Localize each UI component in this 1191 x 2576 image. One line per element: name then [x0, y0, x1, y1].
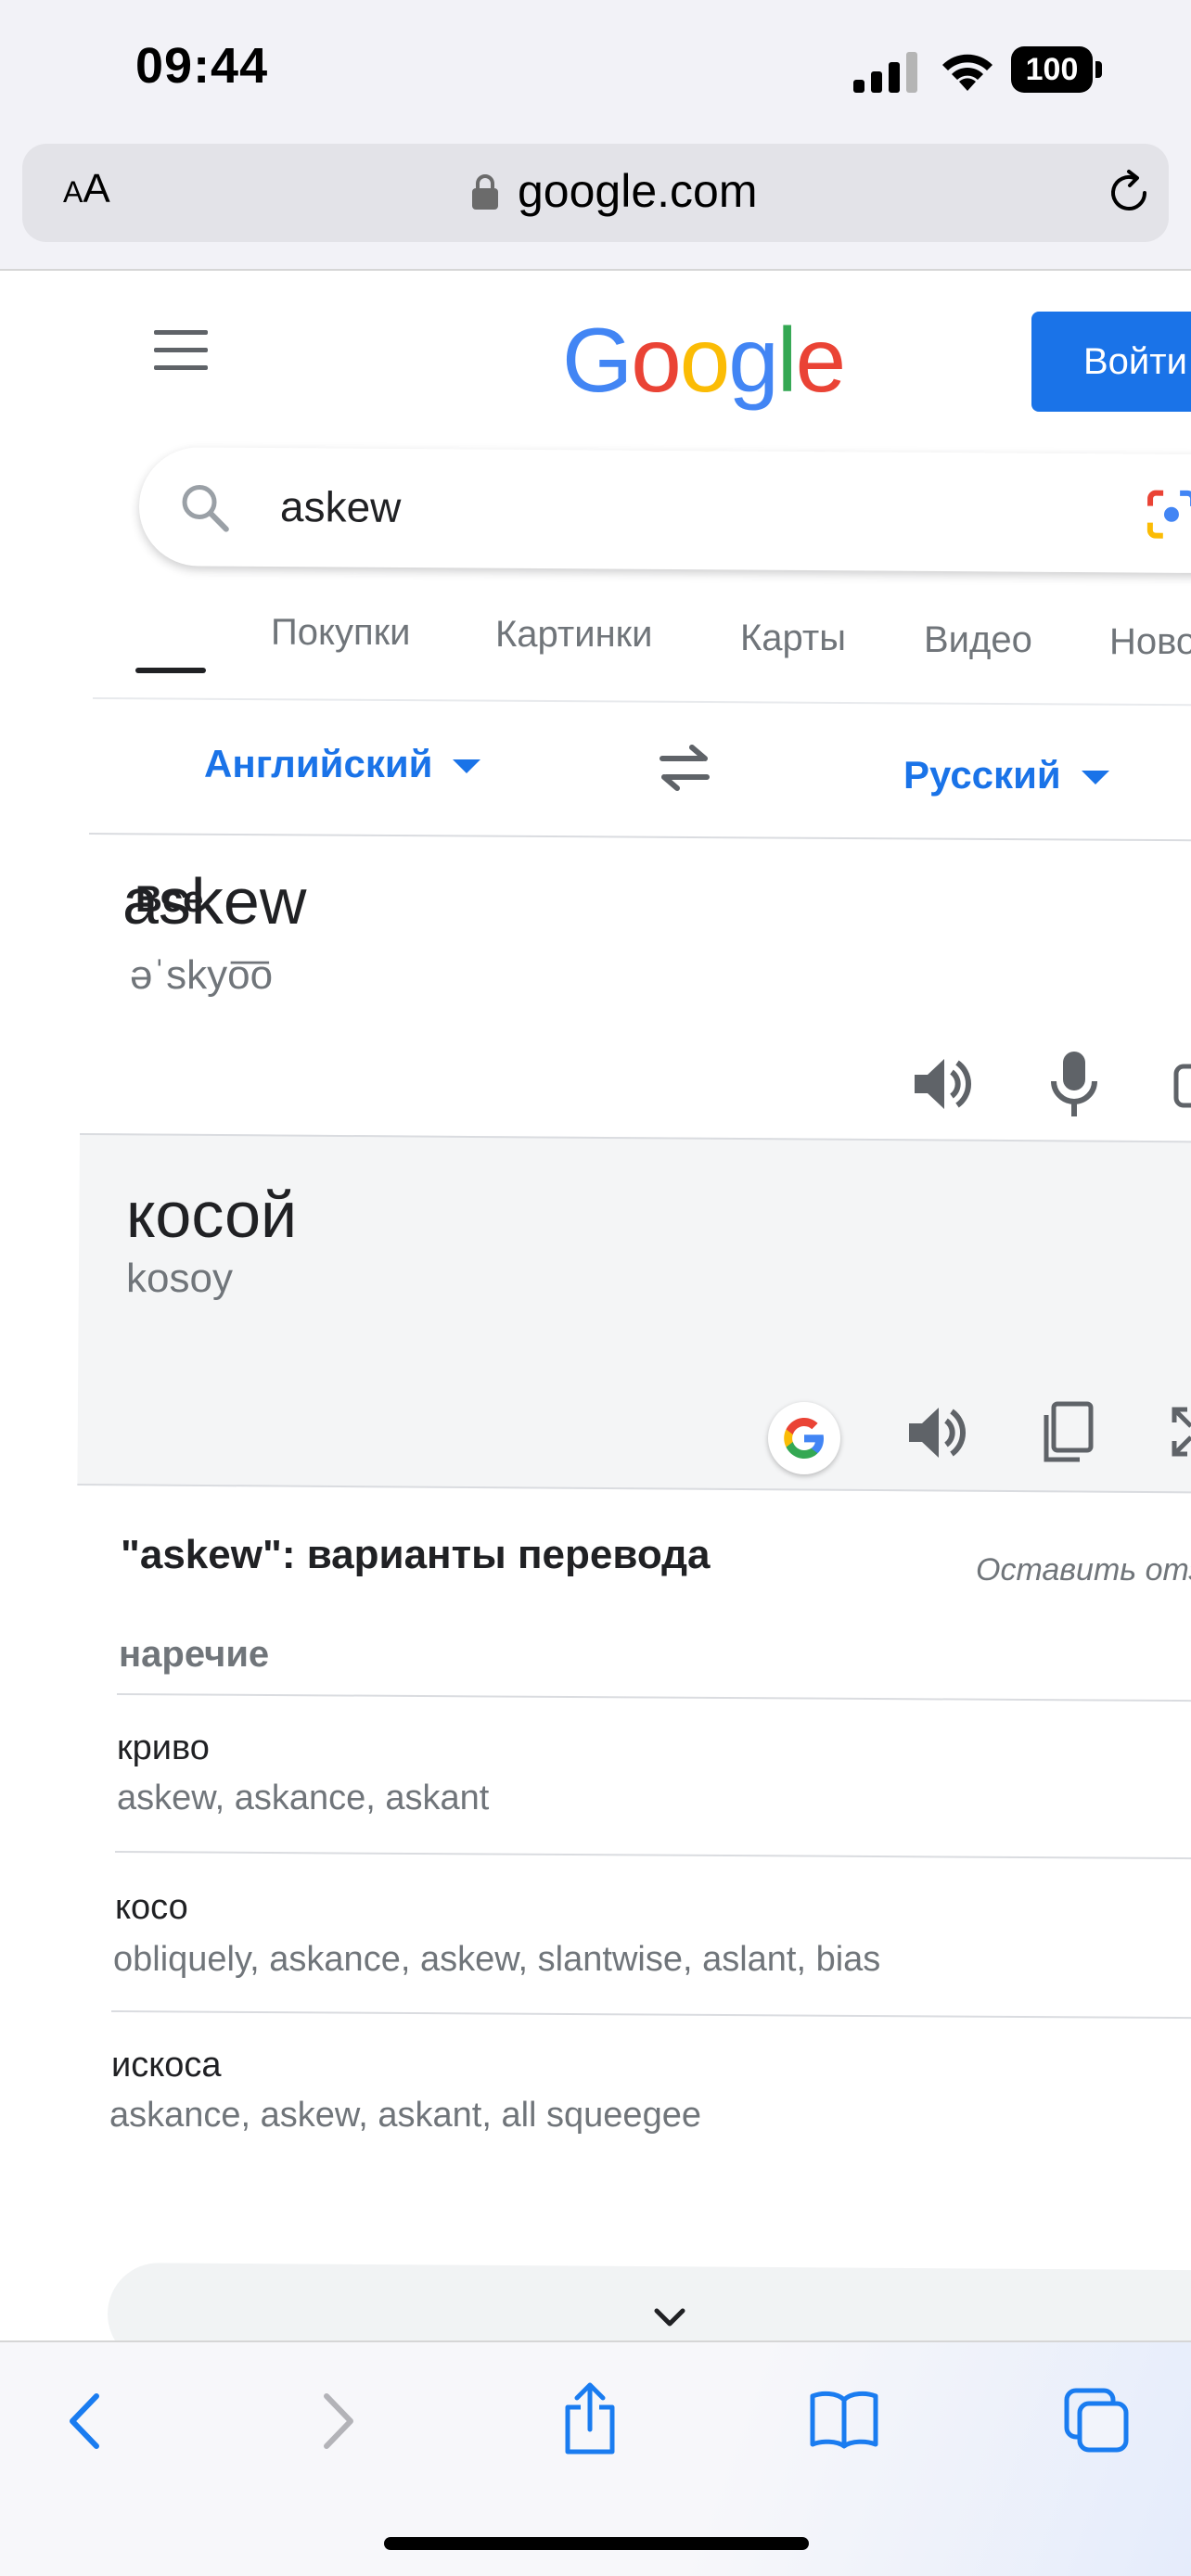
copy-icon[interactable]	[1039, 1400, 1095, 1465]
google-logo[interactable]: Google	[562, 308, 846, 413]
translated-text: косой	[126, 1179, 298, 1251]
lock-icon	[472, 174, 498, 210]
variants-title: "askew": варианты перевода	[121, 1532, 711, 1577]
caret-down-icon	[453, 759, 481, 774]
address-bar[interactable]: AA google.com	[22, 144, 1169, 242]
source-text[interactable]: askew	[122, 864, 306, 938]
google-results-page: Google Войти askew Все Покупки Картинки …	[0, 271, 1191, 2340]
variant-word: косо	[115, 1888, 188, 1927]
battery-level: 100	[1011, 46, 1093, 93]
cellular-signal-icon	[853, 52, 917, 93]
caret-down-icon	[1081, 771, 1109, 785]
variant-synonyms: askew, askance, askant	[117, 1779, 490, 1817]
tab-images[interactable]: Картинки	[495, 614, 653, 656]
variant-synonyms: askance, askew, askant, all squeegee	[109, 2096, 701, 2135]
variant-word: криво	[117, 1728, 210, 1767]
part-of-speech-label: наречие	[119, 1634, 270, 1675]
search-icon	[182, 484, 229, 532]
hamburger-menu-icon[interactable]	[154, 330, 208, 371]
search-box[interactable]: askew	[138, 447, 1191, 574]
divider	[88, 833, 1191, 842]
reload-icon[interactable]	[1104, 168, 1154, 218]
tabs-icon[interactable]	[1063, 2387, 1130, 2454]
status-time: 09:44	[135, 38, 269, 94]
url-text[interactable]: google.com	[518, 164, 758, 218]
target-language-select[interactable]: Русский	[903, 753, 1109, 797]
variant-word: искоса	[111, 2046, 222, 2085]
microphone-icon[interactable]	[1046, 1050, 1102, 1120]
tab-videos[interactable]: Видео	[924, 619, 1032, 661]
forward-icon[interactable]	[317, 2391, 362, 2452]
camera-icon[interactable]	[1172, 1057, 1191, 1113]
divider	[116, 1693, 1191, 1702]
divider	[114, 1851, 1191, 1860]
search-input[interactable]: askew	[280, 481, 402, 532]
fullscreen-icon[interactable]	[1171, 1404, 1191, 1460]
active-tab-indicator	[135, 668, 206, 673]
tab-shopping[interactable]: Покупки	[271, 612, 410, 654]
text-size-button[interactable]: AA	[63, 166, 110, 212]
chevron-down-icon[interactable]	[653, 2307, 686, 2329]
back-icon[interactable]	[61, 2391, 106, 2452]
google-lens-icon[interactable]	[1143, 486, 1191, 543]
home-indicator[interactable]	[384, 2537, 809, 2550]
tab-news[interactable]: Новости	[1109, 621, 1191, 663]
source-phonetic: əˈskyo͞o	[130, 952, 274, 998]
source-language-select[interactable]: Английский	[204, 742, 481, 786]
swap-languages-icon[interactable]	[655, 742, 714, 794]
listen-source-speaker-icon[interactable]	[909, 1052, 974, 1116]
bookmarks-icon[interactable]	[809, 2389, 879, 2450]
signin-button[interactable]: Войти	[1031, 312, 1191, 412]
wifi-icon	[942, 54, 992, 91]
share-icon[interactable]	[560, 2379, 620, 2457]
google-translate-badge[interactable]	[768, 1402, 840, 1474]
translated-transliteration: kosoy	[126, 1256, 233, 1301]
google-g-icon	[784, 1418, 824, 1459]
variant-synonyms: obliquely, askance, askew, slantwise, as…	[113, 1940, 881, 1979]
battery-icon: 100	[1011, 46, 1104, 93]
divider	[110, 2010, 1191, 2020]
feedback-link[interactable]: Оставить отзыв	[976, 1552, 1191, 1588]
listen-translation-speaker-icon[interactable]	[903, 1400, 968, 1465]
tab-maps[interactable]: Карты	[740, 618, 846, 659]
browser-top-chrome: 09:44 100 AA google.com	[0, 0, 1191, 271]
show-more-button[interactable]	[107, 2263, 1191, 2340]
